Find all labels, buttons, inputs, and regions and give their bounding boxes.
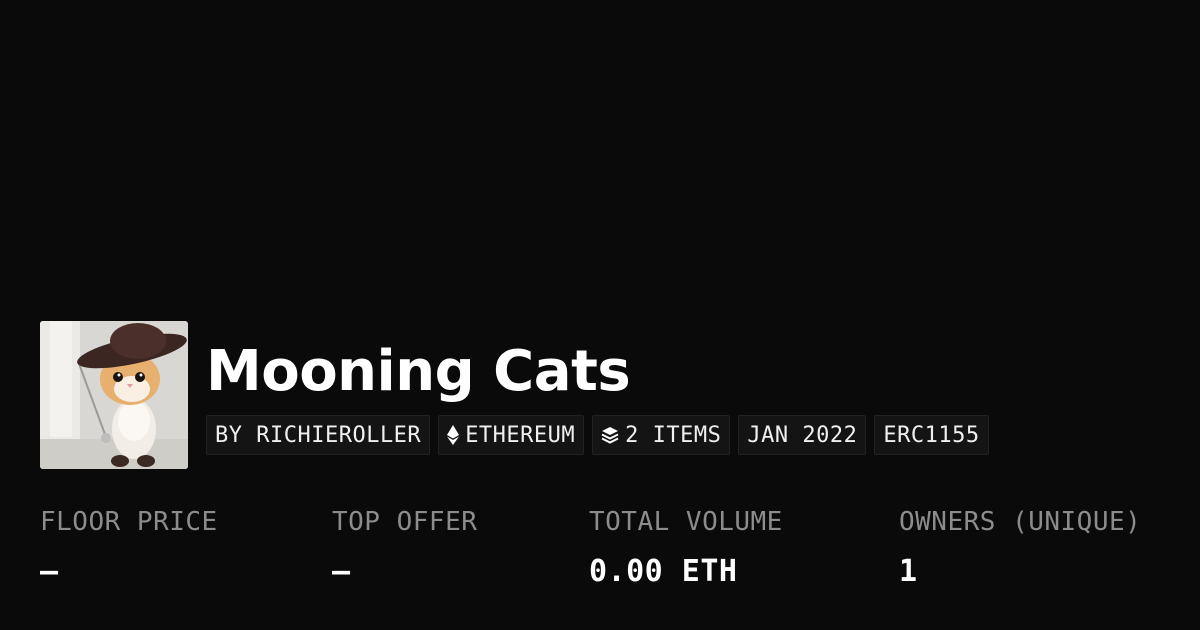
stat-owners: OWNERS (UNIQUE) 1 bbox=[899, 505, 1141, 589]
stat-floor-price: FLOOR PRICE — bbox=[40, 505, 218, 589]
creator-label: BY RICHIEROLLER bbox=[215, 422, 422, 448]
items-label: 2 ITEMS bbox=[625, 422, 722, 448]
stat-value: 1 bbox=[899, 554, 918, 589]
stat-top-offer: TOP OFFER — bbox=[332, 505, 477, 589]
stat-value: 0.00 ETH bbox=[589, 554, 738, 589]
stat-label: OWNERS (UNIQUE) bbox=[899, 507, 1142, 537]
layers-icon bbox=[601, 426, 619, 444]
creator-badge[interactable]: BY RICHIEROLLER bbox=[206, 415, 431, 455]
standard-label: ERC1155 bbox=[883, 422, 980, 448]
cat-avatar-image bbox=[40, 321, 188, 469]
chain-label: ETHEREUM bbox=[465, 422, 576, 448]
items-badge[interactable]: 2 ITEMS bbox=[592, 415, 731, 455]
chain-badge[interactable]: ETHEREUM bbox=[438, 415, 585, 455]
collection-badges: BY RICHIEROLLER ETHEREUM 2 ITEMS JAN 202… bbox=[206, 415, 989, 455]
stat-label: TOTAL VOLUME bbox=[589, 507, 783, 537]
stat-value: — bbox=[40, 554, 59, 589]
collection-title: Mooning Cats bbox=[206, 339, 631, 404]
date-label: JAN 2022 bbox=[747, 422, 858, 448]
stat-label: FLOOR PRICE bbox=[40, 507, 218, 537]
stat-label: TOP OFFER bbox=[332, 507, 478, 537]
stat-value: — bbox=[332, 554, 351, 589]
ethereum-icon bbox=[447, 425, 460, 445]
stat-total-volume: TOTAL VOLUME 0.00 ETH bbox=[589, 505, 783, 589]
collection-avatar bbox=[40, 321, 188, 469]
standard-badge: ERC1155 bbox=[874, 415, 989, 455]
date-badge: JAN 2022 bbox=[738, 415, 867, 455]
